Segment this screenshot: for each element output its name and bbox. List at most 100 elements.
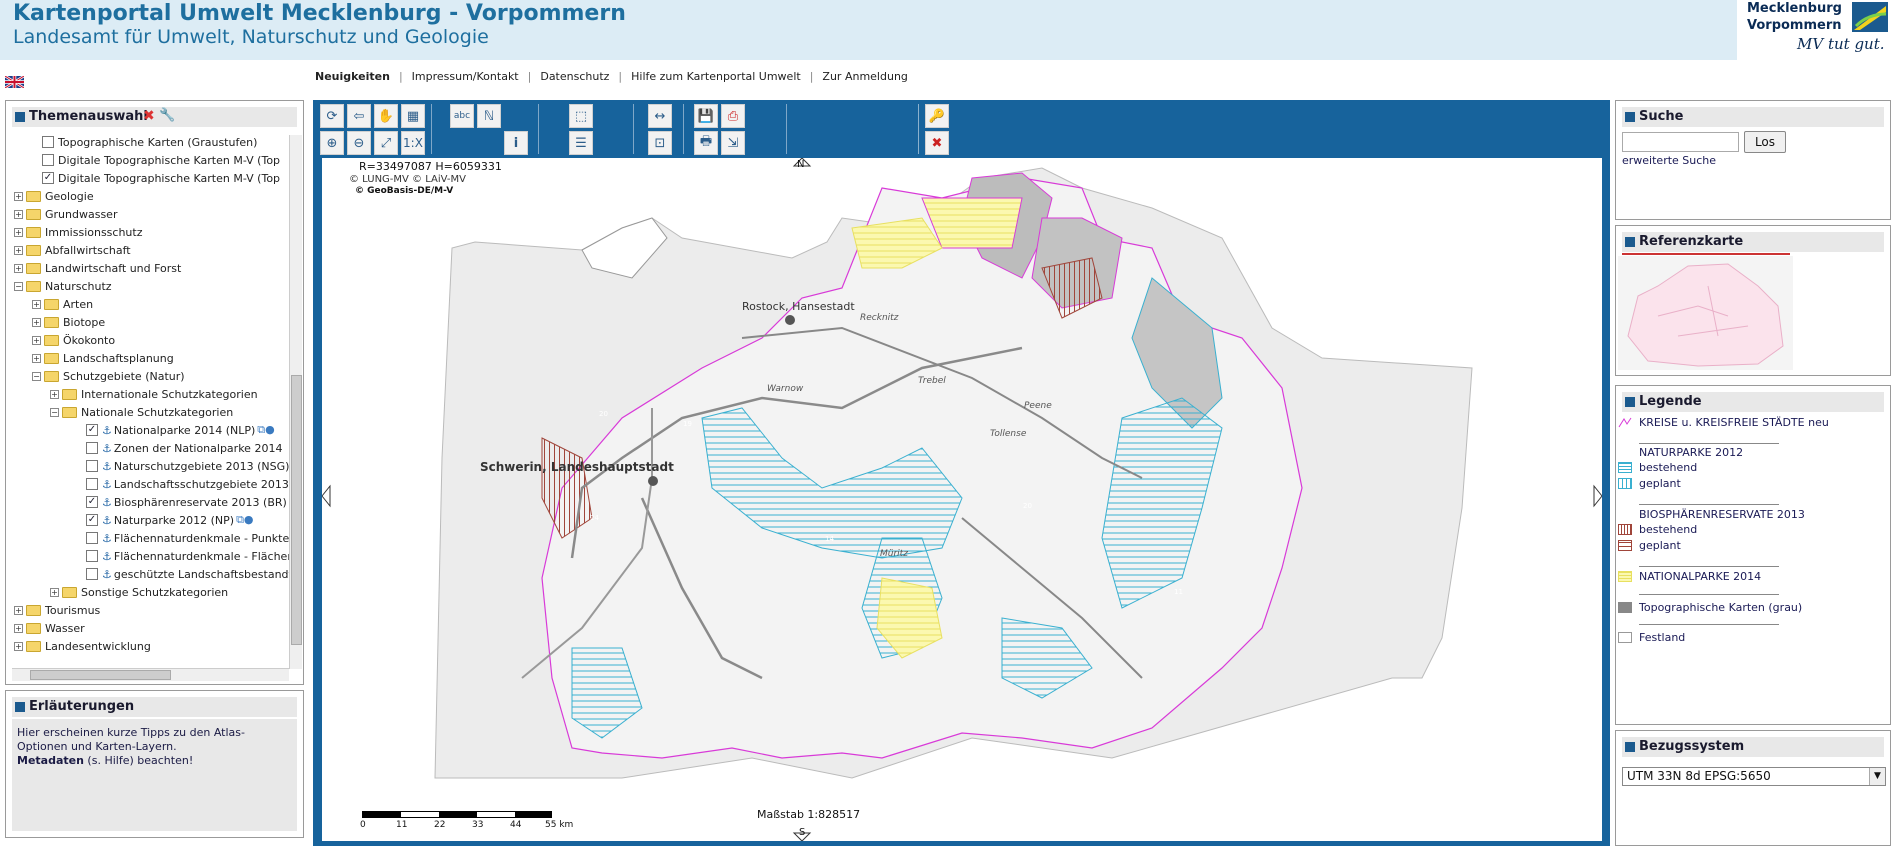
tree-folder-landesentwicklung[interactable]: + Landesentwicklung xyxy=(14,637,151,655)
extended-search-link[interactable]: erweiterte Suche xyxy=(1622,154,1716,167)
layer-checkbox[interactable] xyxy=(86,460,98,472)
save-icon[interactable]: 💾 xyxy=(694,104,718,128)
reference-map[interactable] xyxy=(1618,256,1793,370)
zoom-in-icon[interactable]: ⊕ xyxy=(320,131,344,155)
highway-number: 19 xyxy=(683,420,692,428)
folder-icon xyxy=(26,604,41,616)
tree-folder-oekokonto[interactable]: + Ökokonto xyxy=(32,331,115,349)
tree-layer-lbt[interactable]: ⚓ geschützte Landschaftsbestandt xyxy=(86,565,293,583)
metadata-hint: (s. Hilfe) beachten! xyxy=(83,754,194,767)
tree-layer-lsg[interactable]: ⚓ Landschaftsschutzgebiete 2013 xyxy=(86,475,289,493)
layer-checkbox[interactable]: ✓ xyxy=(86,496,98,508)
layer-checkbox[interactable] xyxy=(42,154,54,166)
print-icon[interactable]: 🖶 xyxy=(694,131,718,155)
close-icon[interactable]: ✖ xyxy=(143,108,155,124)
measure-distance-icon[interactable]: ↔ xyxy=(648,104,672,128)
folder-icon xyxy=(26,208,41,220)
nav-neuigkeiten[interactable]: Neuigkeiten xyxy=(315,70,390,83)
tree-item-topo-grau[interactable]: Topographische Karten (Graustufen) xyxy=(42,133,257,151)
nav-anmeldung[interactable]: Zur Anmeldung xyxy=(822,70,907,83)
tree-layer-br[interactable]: ✓ ⚓ Biosphärenreservate 2013 (BR) xyxy=(86,493,287,511)
text-label-tool[interactable]: abc xyxy=(450,104,474,128)
uk-flag-icon[interactable] xyxy=(5,76,24,88)
layer-checkbox[interactable]: ✓ xyxy=(42,172,54,184)
nav-hilfe[interactable]: Hilfe zum Kartenportal Umwelt xyxy=(631,70,801,83)
nlp-swatch xyxy=(1618,571,1632,582)
metadata-label: Metadaten xyxy=(17,754,84,767)
tree-layer-nationalparke[interactable]: ✓ ⚓ Nationalparke 2014 (NLP) ⧉● xyxy=(86,421,275,439)
tree-folder-landwirtschaft[interactable]: + Landwirtschaft und Forst xyxy=(14,259,181,277)
layer-checkbox[interactable] xyxy=(86,550,98,562)
tree-folder-naturschutz[interactable]: − Naturschutz xyxy=(14,277,112,295)
scrollbar-thumb[interactable] xyxy=(291,375,302,645)
list-icon[interactable]: ☰ xyxy=(569,131,593,155)
folder-icon xyxy=(44,352,59,364)
scrollbar-thumb[interactable] xyxy=(30,670,171,680)
legend-festland: Festland xyxy=(1639,631,1686,644)
pan-north-arrow[interactable]: N xyxy=(797,159,804,170)
tree-item-dtk2[interactable]: ✓ Digitale Topographische Karten M-V (Top xyxy=(42,169,280,187)
tree-folder-schutzgebiete[interactable]: − Schutzgebiete (Natur) xyxy=(32,367,185,385)
tree-layer-nsg[interactable]: ⚓ Naturschutzgebiete 2013 (NSG) xyxy=(86,457,289,475)
layer-checkbox[interactable] xyxy=(42,136,54,148)
map-graphic[interactable]: Schwerin, Landeshauptstadt Rostock, Hans… xyxy=(322,158,1602,841)
tree-vertical-scrollbar[interactable] xyxy=(289,135,302,669)
search-input[interactable] xyxy=(1622,132,1739,152)
tree-folder-biotope[interactable]: + Biotope xyxy=(32,313,105,331)
tree-folder-arten[interactable]: + Arten xyxy=(32,295,93,313)
tree-horizontal-scrollbar[interactable] xyxy=(12,668,289,681)
map-canvas[interactable]: Schwerin, Landeshauptstadt Rostock, Hans… xyxy=(322,158,1602,841)
tree-layer-fnd-flaechen[interactable]: ⚓ Flächennaturdenkmale - Flächer xyxy=(86,547,292,565)
app-subtitle: Landesamt für Umwelt, Naturschutz und Ge… xyxy=(13,26,489,48)
nav-datenschutz[interactable]: Datenschutz xyxy=(540,70,609,83)
tree-folder-abfall[interactable]: + Abfallwirtschaft xyxy=(14,241,131,259)
pan-hand-icon[interactable]: ✋ xyxy=(374,104,398,128)
layer-checkbox[interactable] xyxy=(86,442,98,454)
key-remove-icon[interactable]: ✖ xyxy=(925,131,949,155)
back-arrow-icon[interactable]: ⇦ xyxy=(347,104,371,128)
folder-open-icon xyxy=(62,406,77,418)
tree-layer-fnd-punkte[interactable]: ⚓ Flächennaturdenkmale - Punkte xyxy=(86,529,289,547)
pdf-icon[interactable]: ⎙ xyxy=(721,104,745,128)
coordinate-readout: R=33497087 H=6059331 xyxy=(359,160,502,173)
pan-south-arrow[interactable]: S xyxy=(799,827,805,838)
key-icon[interactable]: 🔑 xyxy=(925,104,949,128)
tree-folder-immission[interactable]: + Immissionsschutz xyxy=(14,223,143,241)
top-navigation: Neuigkeiten | Impressum/Kontakt | Datensch… xyxy=(315,70,908,83)
refresh-icon[interactable]: ⟳ xyxy=(320,104,344,128)
wrench-icon[interactable]: 🔧 xyxy=(159,108,175,123)
chevron-down-icon[interactable]: ▼ xyxy=(1869,768,1885,785)
overview-map-icon[interactable]: ▦ xyxy=(401,104,425,128)
tree-folder-sonstige[interactable]: + Sonstige Schutzkategorien xyxy=(50,583,228,601)
explanations-panel: Erläuterungen Hier erscheinen kurze Tipp… xyxy=(5,690,304,838)
theme-tree: Topographische Karten (Graustufen) Digit… xyxy=(12,129,295,668)
reference-system-select[interactable]: UTM 33N 8d EPSG:5650 ▼ xyxy=(1622,767,1886,786)
select-area-icon[interactable]: ⬚ xyxy=(569,104,593,128)
label-n-icon[interactable]: ℕ xyxy=(477,104,501,128)
zoom-out-icon[interactable]: ⊖ xyxy=(347,131,371,155)
search-button[interactable]: Los xyxy=(1744,131,1786,153)
export-icon[interactable]: ⇲ xyxy=(721,131,745,155)
copyright-line-2: © GeoBasis-DE/M-V xyxy=(355,186,454,196)
layer-checkbox[interactable] xyxy=(86,568,98,580)
tree-folder-wasser[interactable]: + Wasser xyxy=(14,619,85,637)
zoom-extent-icon[interactable]: ⤢ xyxy=(374,131,398,155)
tree-layer-zonen[interactable]: ⚓ Zonen der Nationalparke 2014 xyxy=(86,439,282,457)
tree-folder-tourismus[interactable]: + Tourismus xyxy=(14,601,100,619)
measure-area-icon[interactable]: ⊡ xyxy=(648,131,672,155)
nav-impressum[interactable]: Impressum/Kontakt xyxy=(412,70,519,83)
scale-input-button[interactable]: 1:X xyxy=(401,131,425,155)
info-tool[interactable]: i xyxy=(504,131,528,155)
tree-item-dtk1[interactable]: Digitale Topographische Karten M-V (Top xyxy=(42,151,280,169)
tree-folder-geologie[interactable]: + Geologie xyxy=(14,187,94,205)
layer-checkbox[interactable] xyxy=(86,532,98,544)
tree-folder-grundwasser[interactable]: + Grundwasser xyxy=(14,205,117,223)
tree-folder-national[interactable]: − Nationale Schutzkategorien xyxy=(50,403,233,421)
layer-checkbox[interactable] xyxy=(86,478,98,490)
layer-checkbox[interactable]: ✓ xyxy=(86,424,98,436)
legend-header: Legende xyxy=(1622,392,1884,412)
tree-layer-np[interactable]: ✓ ⚓ Naturparke 2012 (NP) ⧉● xyxy=(86,511,254,529)
tree-folder-landschaftsplanung[interactable]: + Landschaftsplanung xyxy=(32,349,174,367)
layer-checkbox[interactable]: ✓ xyxy=(86,514,98,526)
tree-folder-international[interactable]: + Internationale Schutzkategorien xyxy=(50,385,258,403)
